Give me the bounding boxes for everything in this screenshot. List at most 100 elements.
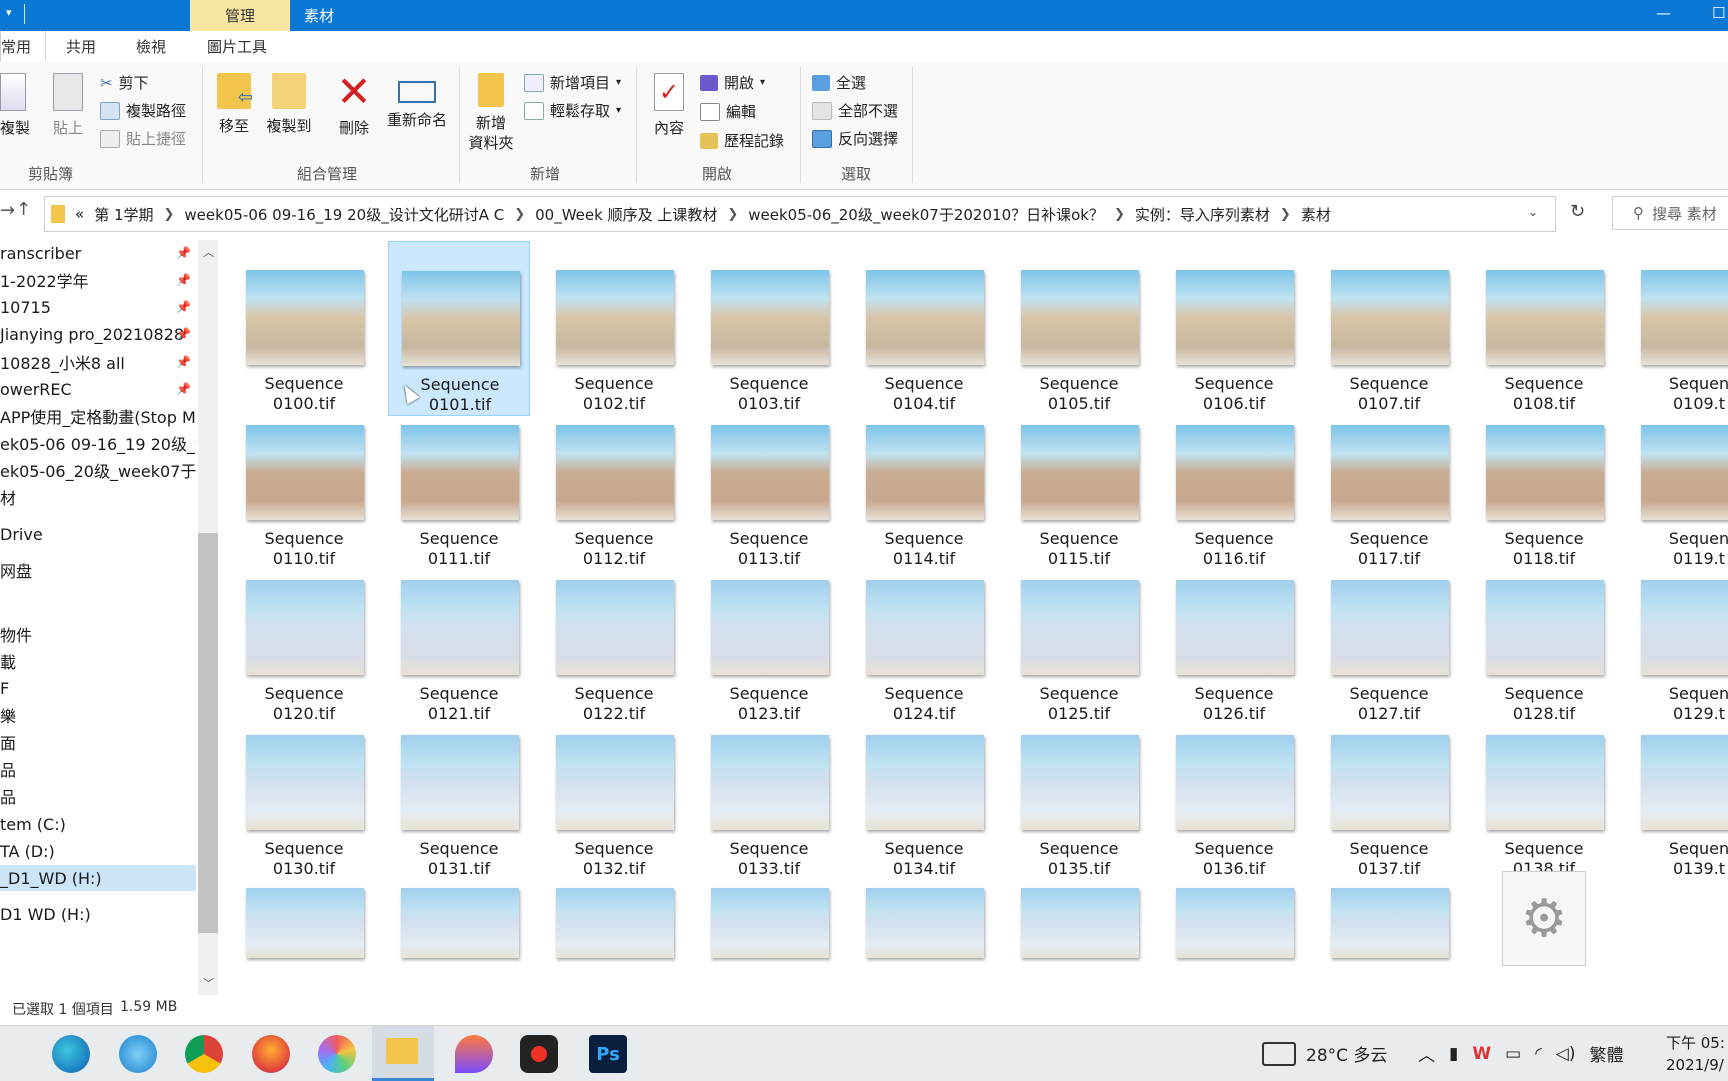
tab-home[interactable]: 常用 <box>0 31 46 61</box>
file-item[interactable]: Sequence 0122.tif <box>543 551 685 726</box>
search-box[interactable]: ⚲ 搜尋 素材 <box>1612 196 1728 230</box>
battery-icon[interactable]: ▭ <box>1505 1044 1521 1064</box>
breadcrumb-item[interactable]: 实例：导入序列素材 <box>1135 204 1270 225</box>
up-arrow-icon[interactable]: ↑ <box>16 199 31 220</box>
nav-item[interactable]: F <box>0 675 196 701</box>
nav-item[interactable]: 品 <box>0 756 196 782</box>
chevron-right-icon[interactable]: ❯ <box>727 207 738 222</box>
nav-item[interactable]: 10828_小米8 all 📌 <box>0 349 196 375</box>
chevron-right-icon[interactable]: ❯ <box>164 207 175 222</box>
file-thumbnail[interactable] <box>246 888 364 958</box>
volume-icon[interactable]: ◁) <box>1556 1044 1576 1064</box>
breadcrumb-item[interactable]: week05-06_20级_week07于202010？日补课ok？ <box>748 204 1104 225</box>
recorder-icon[interactable] <box>520 1035 558 1073</box>
file-item[interactable]: Sequen 0119.t <box>1628 396 1728 571</box>
copy-to-button[interactable]: 複製到 <box>266 73 312 136</box>
file-item[interactable]: Sequence 0120.tif <box>233 551 375 726</box>
file-item[interactable]: Sequence 0118.tif <box>1473 396 1615 571</box>
file-item[interactable]: Sequence 0110.tif <box>233 396 375 571</box>
wifi-icon[interactable]: ◜ <box>1535 1044 1542 1064</box>
cut-button[interactable]: ✂ 剪下 <box>100 72 149 93</box>
weather-widget[interactable]: 28°C 多云 <box>1262 1026 1387 1081</box>
nav-item[interactable]: ranscriber 📌 <box>0 240 196 266</box>
file-item[interactable]: Sequence 0116.tif <box>1163 396 1305 571</box>
invert-selection-button[interactable]: 反向選擇 <box>812 128 898 149</box>
nav-item[interactable]: 物件 <box>0 621 196 647</box>
file-item[interactable]: Sequence 0108.tif <box>1473 241 1615 416</box>
nav-item[interactable]: 1-2022学年 📌 <box>0 267 196 293</box>
file-thumbnail[interactable] <box>1331 888 1449 958</box>
ie-icon[interactable] <box>119 1035 157 1073</box>
delete-button[interactable]: ✕ 刪除 <box>334 71 374 138</box>
edge-icon[interactable] <box>52 1035 90 1073</box>
nav-item[interactable]: APP使用_定格動畫(Stop Mo <box>0 403 196 429</box>
file-thumbnail[interactable] <box>866 888 984 958</box>
manage-context-tab[interactable]: 管理 <box>190 0 290 31</box>
file-item[interactable]: Sequence 0128.tif <box>1473 551 1615 726</box>
file-item[interactable]: Sequence 0100.tif <box>233 241 375 416</box>
file-item[interactable]: Sequence 0124.tif <box>853 551 995 726</box>
nav-item[interactable]: 樂 <box>0 702 196 728</box>
file-item[interactable]: Sequence 0112.tif <box>543 396 685 571</box>
file-item[interactable]: Sequence 0107.tif <box>1318 241 1460 416</box>
breadcrumb-item[interactable]: 素材 <box>1301 204 1331 225</box>
nav-item[interactable]: TA (D:) <box>0 838 196 864</box>
file-item[interactable]: Sequence 0127.tif <box>1318 551 1460 726</box>
file-item[interactable]: Sequence 0125.tif <box>1008 551 1150 726</box>
chevron-up-icon[interactable]: ︿ <box>1418 1041 1435 1066</box>
file-item[interactable]: Sequence 0114.tif <box>853 396 995 571</box>
file-item[interactable]: Sequence 0115.tif <box>1008 396 1150 571</box>
chevron-right-icon[interactable]: ❯ <box>1280 207 1291 222</box>
chevron-right-icon[interactable]: ❯ <box>1114 207 1125 222</box>
nav-item[interactable]: _D1_WD (H:) <box>0 865 196 891</box>
tab-picture-tools[interactable]: 圖片工具 <box>207 31 267 61</box>
nav-scrollbar-thumb[interactable] <box>198 533 218 933</box>
input-method-indicator[interactable]: 繁體 <box>1590 1041 1624 1066</box>
photos-icon[interactable] <box>318 1035 356 1073</box>
address-dropdown-icon[interactable]: ⌄ <box>1528 205 1538 219</box>
address-prefix[interactable]: « <box>75 205 84 223</box>
edit-button[interactable]: 編輯 <box>700 101 756 122</box>
file-item[interactable]: Sequence 0136.tif <box>1163 706 1305 881</box>
file-item[interactable]: Sequence 0131.tif <box>388 706 530 881</box>
file-item[interactable]: Sequence 0126.tif <box>1163 551 1305 726</box>
microphone-icon[interactable]: ▮ <box>1449 1044 1458 1064</box>
breadcrumb-item[interactable]: 00_Week 顺序及 上课教材 <box>535 204 717 225</box>
tab-share[interactable]: 共用 <box>66 31 96 61</box>
breadcrumb-item[interactable]: 第 1学期 <box>94 204 153 225</box>
nav-item[interactable]: 載 <box>0 648 196 674</box>
file-item[interactable]: Sequence 0137.tif <box>1318 706 1460 881</box>
paint-icon[interactable] <box>455 1035 493 1073</box>
nav-item[interactable]: owerREC 📌 <box>0 376 196 402</box>
file-item[interactable]: Sequence 0133.tif <box>698 706 840 881</box>
file-item[interactable]: Sequence 0102.tif <box>543 241 685 416</box>
clock[interactable]: 下午 05: 2021/9/ <box>1666 1032 1725 1076</box>
back-arrow-icon[interactable]: → <box>0 200 15 221</box>
file-item[interactable]: Sequence 0105.tif <box>1008 241 1150 416</box>
quick-access-toolbar-icon[interactable]: ▾ <box>6 6 12 19</box>
file-thumbnail[interactable] <box>1176 888 1294 958</box>
nav-item[interactable]: Drive <box>0 521 196 547</box>
file-explorer-button[interactable] <box>372 1026 434 1081</box>
file-item[interactable]: Sequence 0104.tif <box>853 241 995 416</box>
firefox-icon[interactable] <box>252 1035 290 1073</box>
open-button[interactable]: 開啟 ▾ <box>700 72 765 93</box>
easy-access-button[interactable]: 輕鬆存取 ▾ <box>524 100 621 121</box>
new-item-button[interactable]: 新增項目 ▾ <box>524 72 621 93</box>
paste-button[interactable]: 貼上 <box>50 73 86 138</box>
file-item[interactable]: Sequen 0129.t <box>1628 551 1728 726</box>
refresh-icon[interactable]: ↻ <box>1570 201 1590 222</box>
file-item[interactable]: Sequence 0106.tif <box>1163 241 1305 416</box>
scroll-up-icon[interactable]: ︿ <box>203 244 214 260</box>
file-item[interactable]: Sequence 0134.tif <box>853 706 995 881</box>
file-item[interactable]: Sequence 0135.tif <box>1008 706 1150 881</box>
file-item[interactable]: Sequence 0103.tif <box>698 241 840 416</box>
file-item[interactable]: Sequence 0113.tif <box>698 396 840 571</box>
tab-view[interactable]: 檢視 <box>136 31 166 61</box>
file-thumbnail[interactable] <box>401 888 519 958</box>
file-item[interactable]: Sequen 0109.t <box>1628 241 1728 416</box>
nav-item[interactable]: 网盘 <box>0 557 196 583</box>
select-none-button[interactable]: 全部不選 <box>812 100 898 121</box>
paste-shortcut-button[interactable]: 貼上捷徑 <box>100 128 186 149</box>
nav-item[interactable]: tem (C:) <box>0 811 196 837</box>
